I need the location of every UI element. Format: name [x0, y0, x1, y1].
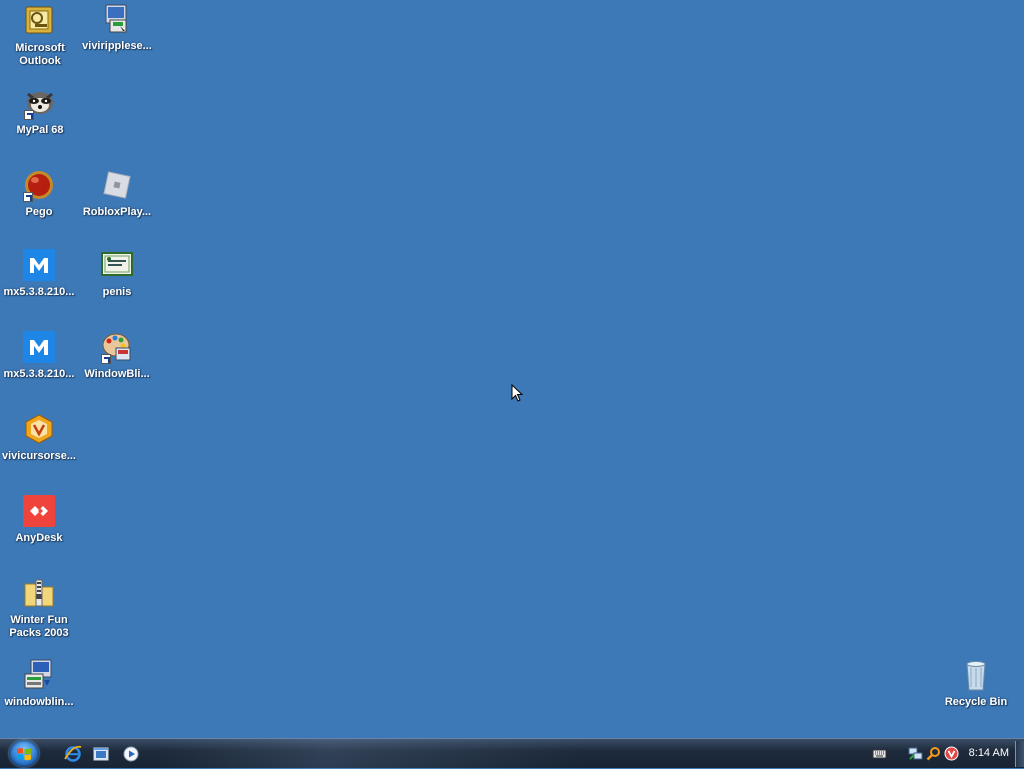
maxthon-icon	[22, 330, 56, 364]
desktop-icon-mx5-1[interactable]: mx5.3.8.210...	[0, 248, 78, 299]
shortcut-arrow-icon	[101, 354, 111, 364]
desktop-icon-windowblinds[interactable]: WindowBli...	[78, 330, 156, 381]
desktop-icon-mx5-2[interactable]: mx5.3.8.210...	[0, 330, 78, 381]
shortcut-arrow-icon	[23, 192, 33, 202]
start-orb-icon[interactable]	[9, 740, 39, 767]
search-icon[interactable]	[926, 746, 941, 761]
shortcut-arrow-icon	[24, 110, 34, 120]
network-icon[interactable]	[908, 746, 923, 761]
desktop-icon-winter-fun-packs-2003[interactable]: Winter Fun Packs 2003	[0, 576, 78, 640]
media-player-icon[interactable]	[122, 745, 140, 763]
desktop-icon-microsoft-outlook[interactable]: Microsoft Outlook	[1, 4, 79, 68]
internet-explorer-icon[interactable]	[64, 745, 82, 763]
desktop-icon-label: WindowBli...	[84, 368, 150, 380]
cursor-setup-icon	[22, 412, 56, 446]
desktop-icon-viviripplese[interactable]: viviripplese...	[78, 2, 156, 53]
raccoon-browser-icon	[23, 86, 57, 120]
keyboard-icon[interactable]	[872, 746, 887, 761]
show-desktop-button[interactable]	[1015, 741, 1024, 767]
antivirus-icon[interactable]	[944, 746, 959, 761]
desktop-icon-label: AnyDesk	[15, 532, 63, 544]
desktop-icon-pego[interactable]: Pego	[0, 168, 78, 219]
desktop-icon-label: vivicursorse...	[2, 450, 76, 462]
desktop-icon-label: RobloxPlay...	[82, 206, 152, 218]
desktop-icon-label: Recycle Bin	[944, 696, 1008, 708]
desktop-icon-windowblinds-installer[interactable]: windowblin...	[0, 658, 78, 709]
show-desktop-icon[interactable]	[92, 745, 110, 763]
desktop-icon-label: mx5.3.8.210...	[3, 286, 75, 298]
desktop-icon-label: Pego	[25, 206, 53, 218]
desktop-icon-label: penis	[102, 286, 132, 298]
roblox-icon	[100, 168, 134, 202]
maxthon-icon	[22, 248, 56, 282]
desktop-icon-robloxplayer[interactable]: RobloxPlay...	[78, 168, 156, 219]
desktop-icon-label: mx5.3.8.210...	[3, 368, 75, 380]
certificate-icon	[100, 248, 134, 282]
outlook-icon	[23, 4, 57, 38]
mouse-pointer-icon	[511, 383, 524, 402]
system-tray: 8:14 AM	[864, 739, 1024, 769]
taskbar: 8:14 AM	[0, 738, 1024, 769]
desktop[interactable]: Microsoft Outlook viviripplese... MyPal …	[0, 0, 1024, 738]
desktop-icon-penis[interactable]: penis	[78, 248, 156, 299]
desktop-icon-anydesk[interactable]: AnyDesk	[0, 494, 78, 545]
desktop-icon-label: viviripplese...	[82, 40, 152, 52]
zip-folder-icon	[22, 576, 56, 610]
desktop-icon-label: Winter Fun Packs 2003	[9, 614, 69, 639]
desktop-icon-label: Microsoft Outlook	[15, 42, 65, 67]
installer-icon	[100, 2, 134, 36]
desktop-icon-recycle-bin[interactable]: Recycle Bin	[937, 658, 1015, 709]
windowblinds-installer-icon	[22, 658, 56, 692]
desktop-icon-vivicursorsetup[interactable]: vivicursorse...	[0, 412, 78, 463]
taskbar-clock[interactable]: 8:14 AM	[969, 747, 1009, 759]
desktop-icon-label: windowblin...	[4, 696, 74, 708]
red-ball-icon	[22, 168, 56, 202]
desktop-icon-label: MyPal 68	[16, 124, 64, 136]
recycle-bin-icon	[959, 658, 993, 692]
desktop-icon-mypal-68[interactable]: MyPal 68	[1, 86, 79, 137]
anydesk-icon	[22, 494, 56, 528]
paint-palette-icon	[100, 330, 134, 364]
